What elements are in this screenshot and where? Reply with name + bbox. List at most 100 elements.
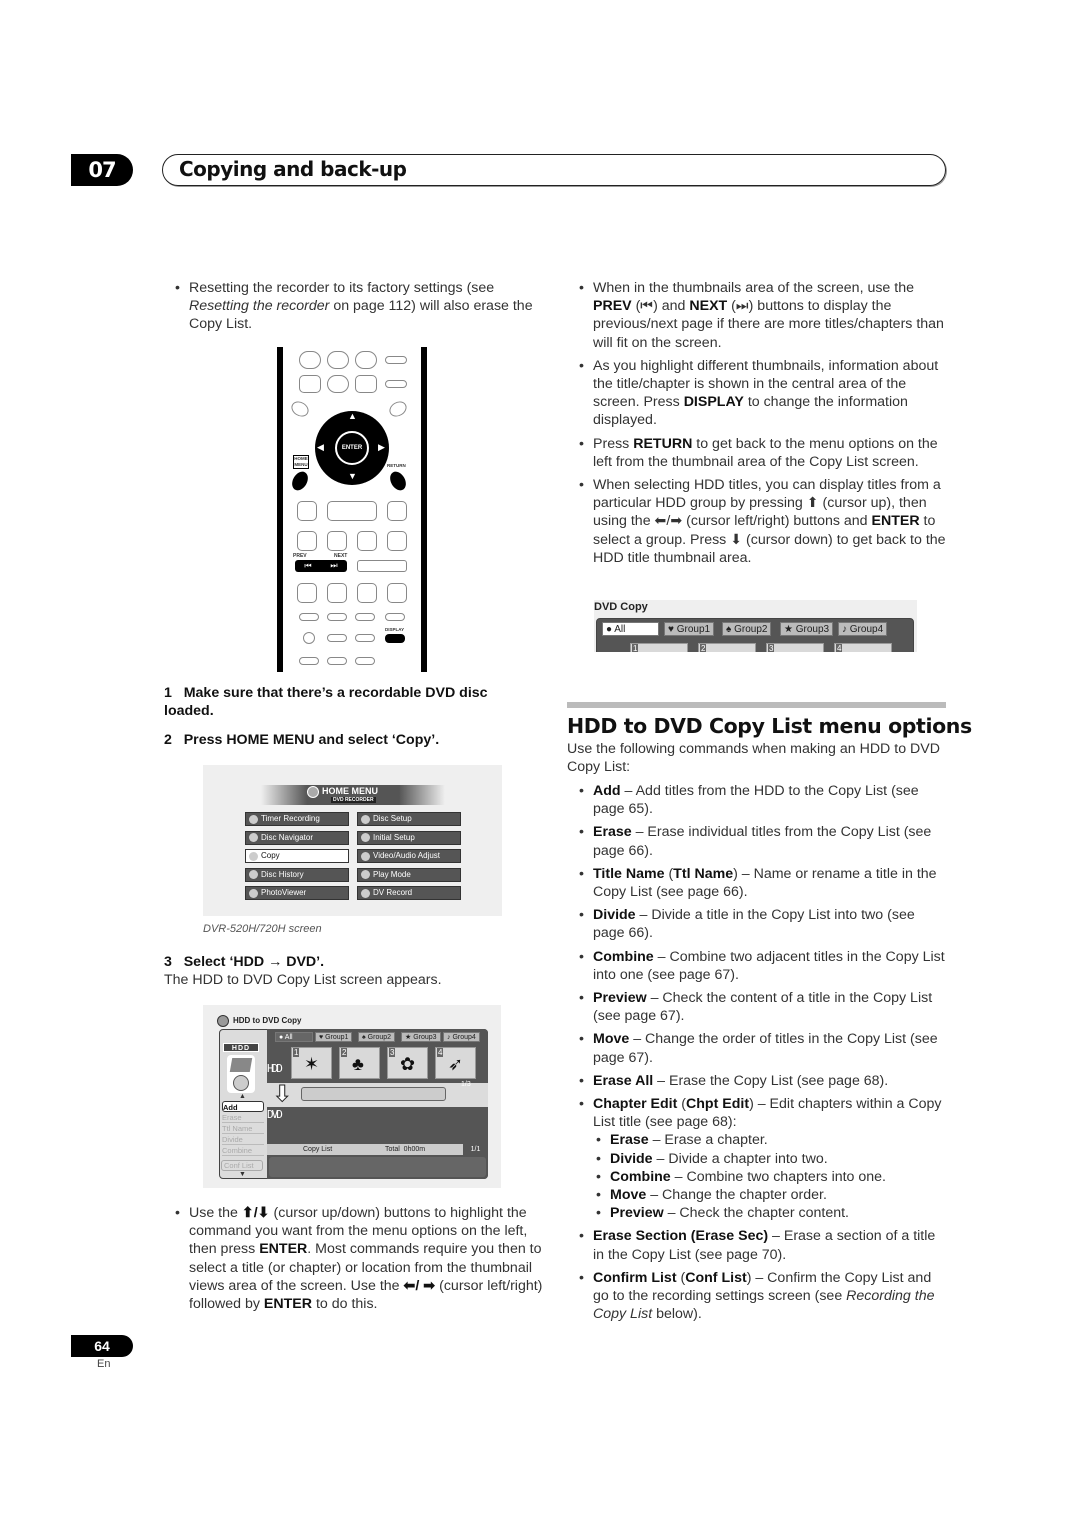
enter-button: ENTER [335, 431, 369, 465]
copy-command-item[interactable]: Erase [222, 1112, 264, 1123]
arrow-left-icon: ◀ [317, 442, 324, 452]
home-menu-item[interactable]: Timer Recording [245, 812, 349, 826]
chapter-sub-item: • Divide – Divide a chapter into two. [596, 1150, 828, 1167]
scroll-down-icon: ▼ [239, 1171, 246, 1178]
home-menu-item[interactable]: Disc Navigator [245, 830, 349, 845]
menu-item-icon [249, 888, 258, 898]
home-menu-item[interactable]: Video/Audio Adjust [357, 849, 461, 863]
detail-panel [269, 1157, 486, 1177]
home-menu-item[interactable]: DV Record [357, 886, 461, 900]
thumbnail-number: 2 [700, 644, 707, 652]
next-label: NEXT [334, 553, 348, 559]
page-number: 64 [71, 1335, 133, 1357]
return-label: RETURN [387, 463, 406, 468]
remote-button [297, 531, 317, 551]
scroll-up-icon: ▲ [239, 1093, 246, 1100]
title-thumbnail[interactable]: 4 [834, 643, 892, 652]
menu-item-icon [361, 833, 370, 842]
group-tab[interactable]: ♪ Group4 [443, 1032, 480, 1042]
remote-button [327, 351, 349, 369]
thumbnail-image: ➶ [448, 1054, 464, 1074]
group-tab[interactable]: ♠ Group2 [722, 622, 772, 636]
note-item: • When selecting HDD titles, you can disp… [579, 477, 946, 566]
title-thumbnail[interactable]: 2 ♣ [339, 1047, 380, 1079]
remote-button [355, 375, 377, 393]
remote-button [355, 657, 375, 665]
home-menu-item[interactable]: Disc History [245, 867, 349, 882]
remote-button [297, 501, 317, 521]
option-item: • Add – Add titles from the HDD to the Co… [579, 783, 919, 818]
title-thumbnail[interactable]: 3 ✿ [387, 1047, 428, 1079]
section-rule [567, 702, 946, 708]
title-thumbnail[interactable]: 2 [698, 643, 756, 652]
home-menu-item[interactable]: Play Mode [357, 867, 461, 882]
remote-button [327, 613, 347, 621]
dvd-row-label: DVD [267, 1108, 283, 1121]
copy-command-item[interactable]: Combine [222, 1145, 264, 1156]
copy-arrow-down-icon: ⬇ [272, 1081, 292, 1107]
thumbnail-number: 4 [437, 1048, 444, 1057]
menu-item-icon [361, 851, 370, 861]
arrow-down-icon: ▼ [348, 471, 357, 481]
chapter-sub-item: • Move – Change the chapter order. [596, 1187, 827, 1204]
menu-item-icon [249, 870, 258, 879]
group-tab[interactable]: ● All [602, 622, 659, 636]
option-item: • Chapter Edit (Chpt Edit) – Edit chapter… [579, 1096, 942, 1131]
up-down-arrow-icon: ⬆/⬇ [241, 1205, 270, 1221]
home-menu-label: HOME MENU [293, 455, 309, 469]
remote-button [385, 380, 407, 388]
home-menu-item[interactable]: Copy [245, 849, 349, 863]
hdd-page: 1/3 [461, 1081, 471, 1088]
chapter-title: Copying and back-up [179, 157, 407, 181]
group-tab[interactable]: ♥ Group1 [315, 1032, 353, 1042]
remote-button [297, 583, 317, 603]
option-item: • Confirm List (Conf List) – Confirm the … [579, 1269, 935, 1323]
remote-button [357, 531, 377, 551]
dvd-page: 1/1 [463, 1144, 488, 1155]
conf-list-button: Conf List [221, 1160, 263, 1171]
home-menu-item[interactable]: Disc Setup [357, 812, 461, 826]
copy-total: Total 0h00m [385, 1146, 426, 1153]
group-tab[interactable]: ♪ Group4 [838, 622, 888, 636]
remote-button [299, 351, 321, 369]
title-thumbnail[interactable]: 1 [630, 643, 688, 652]
copy-screen-title: HDD to DVD Copy [233, 1016, 302, 1025]
hdd-row-label: HDD [267, 1062, 283, 1075]
dvd-copy-group-tabs-screenshot: DVD Copy ● All ♥ Group1 ♠ Group2 ★ Group3 ♪ … [594, 600, 917, 652]
option-item: • Preview – Check the content of a title … [579, 990, 933, 1025]
display-button [385, 634, 405, 643]
chapter-sub-item: • Erase – Erase a chapter. [596, 1132, 768, 1149]
thumbnail-image: ✿ [400, 1054, 416, 1074]
remote-button [387, 501, 407, 521]
arrow-up-icon: ▲ [348, 411, 357, 421]
remote-button [327, 583, 347, 603]
title-thumbnail[interactable]: 4 ➶ [435, 1047, 476, 1079]
group-tab[interactable]: ♠ Group2 [358, 1032, 396, 1042]
remote-button [288, 398, 312, 420]
copy-command-item[interactable]: Add [222, 1101, 264, 1112]
group-tab[interactable]: ♥ Group1 [664, 622, 715, 636]
copy-icon [217, 1015, 229, 1027]
group-tab[interactable]: ● All [275, 1032, 313, 1042]
menu-item-icon [249, 814, 258, 824]
info-field [301, 1087, 446, 1101]
right-column-notes: • When in the thumbnails area of the scre… [579, 279, 948, 572]
option-item: • Title Name (Ttl Name) – Name or rename … [579, 865, 937, 901]
thumbnail-number: 3 [768, 644, 775, 652]
copy-command-item[interactable]: Ttl Name [222, 1123, 264, 1134]
title-thumbnail[interactable]: 3 [766, 643, 824, 652]
option-item: • Divide – Divide a title in the Copy Lis… [579, 907, 915, 942]
remote-button [327, 531, 347, 551]
group-tab[interactable]: ★ Group3 [780, 622, 834, 636]
remote-button [303, 632, 315, 644]
home-menu-item[interactable]: PhotoViewer [245, 886, 349, 900]
home-menu-title: HOME MENU [322, 786, 378, 796]
step-3: 3 Select ‘HDD → DVD’. [164, 954, 325, 970]
option-item: • Move – Change the order of titles in th… [579, 1031, 938, 1066]
group-tab[interactable]: ★ Group3 [401, 1032, 441, 1042]
remote-button [387, 583, 407, 603]
home-menu-item[interactable]: Initial Setup [357, 830, 461, 845]
title-thumbnail[interactable]: 1 ✶ [291, 1047, 332, 1079]
remote-button [386, 398, 410, 420]
copy-command-item[interactable]: Divide [222, 1134, 264, 1145]
